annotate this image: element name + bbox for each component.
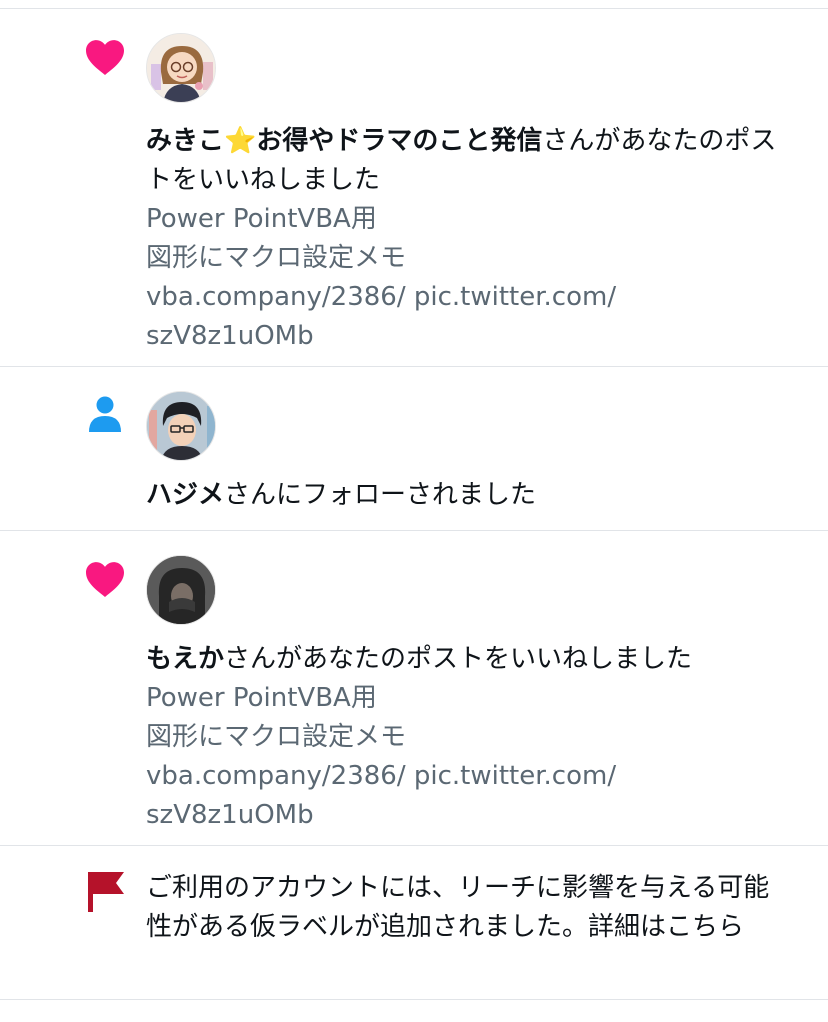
notification-text: みきこ⭐お得やドラマのこと発信さんがあなたのポストをいいねしました xyxy=(146,122,786,200)
notification-text: もえかさんがあなたのポストをいいねしました xyxy=(146,640,786,679)
divider-top xyxy=(0,8,828,9)
tweet-preview[interactable]: Power PointVBA用 図形にマクロ設定メモ vba.company/2… xyxy=(146,679,706,835)
avatar-illustration xyxy=(147,392,215,460)
user-name[interactable]: ハジメ xyxy=(146,480,224,510)
avatar[interactable] xyxy=(146,555,216,625)
notification-action: さんがあなたのポストをいいねしました xyxy=(224,644,693,674)
user-name[interactable]: みきこ⭐お得やドラマのこと発信 xyxy=(146,126,542,156)
preview-line: vba.company/2386/ pic.twitter.com/ xyxy=(146,282,617,312)
preview-line: 図形にマクロ設定メモ xyxy=(146,722,407,752)
divider xyxy=(0,845,828,846)
preview-line: szV8z1uOMb xyxy=(146,800,314,830)
system-message[interactable]: ご利用のアカウントには、リーチに影響を与える可能性がある仮ラベルが追加されました… xyxy=(146,869,776,947)
avatar-illustration xyxy=(147,556,215,624)
preview-line: Power PointVBA用 xyxy=(146,204,377,234)
notification-action: さんにフォローされました xyxy=(224,480,537,510)
tweet-preview[interactable]: Power PointVBA用 図形にマクロ設定メモ vba.company/2… xyxy=(146,200,706,356)
avatar[interactable] xyxy=(146,33,216,103)
notification-text: ハジメさんにフォローされました xyxy=(146,476,786,515)
divider xyxy=(0,530,828,531)
avatar[interactable] xyxy=(146,391,216,461)
flag-icon xyxy=(88,872,124,912)
divider xyxy=(0,366,828,367)
heart-icon xyxy=(86,562,124,597)
person-icon xyxy=(89,396,121,432)
divider xyxy=(0,999,828,1000)
user-name[interactable]: もえか xyxy=(146,644,224,674)
preview-line: szV8z1uOMb xyxy=(146,321,314,351)
heart-icon xyxy=(86,40,124,75)
avatar-illustration xyxy=(147,34,215,102)
preview-line: Power PointVBA用 xyxy=(146,683,377,713)
preview-line: vba.company/2386/ pic.twitter.com/ xyxy=(146,761,617,791)
preview-line: 図形にマクロ設定メモ xyxy=(146,243,407,273)
